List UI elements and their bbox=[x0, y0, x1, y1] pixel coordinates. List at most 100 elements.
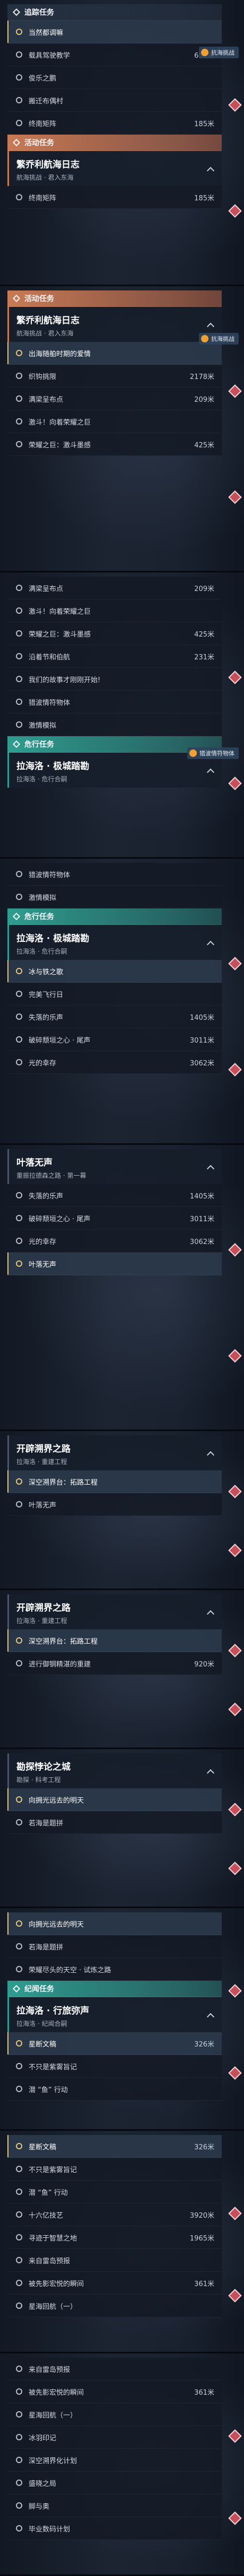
objective-circle-icon bbox=[16, 630, 22, 637]
side-diamond-button[interactable] bbox=[228, 2066, 242, 2080]
side-diamond-button[interactable] bbox=[228, 777, 242, 790]
quest-row[interactable]: 深空溯界台：拓路工程 bbox=[7, 1629, 222, 1652]
side-diamond-button[interactable] bbox=[228, 1644, 242, 1657]
quest-row[interactable]: 星断文稿 326米 bbox=[7, 2032, 222, 2055]
quest-row[interactable]: 载具驾驶教学651米 bbox=[7, 43, 222, 66]
quest-row[interactable]: 不只是紫雾旨记 bbox=[7, 2158, 222, 2181]
quest-row[interactable]: 失落的乐声 1405米 bbox=[7, 1184, 222, 1207]
quest-row[interactable]: 星断文稿 326米 bbox=[7, 2135, 222, 2158]
quest-row[interactable]: 沿着节和伯航 231米 bbox=[7, 645, 222, 668]
quest-row[interactable]: 若海是题拼 bbox=[7, 1935, 222, 1958]
quest-card[interactable]: 繁乔利航海日志 航海挑战 · 君入东海 bbox=[7, 151, 222, 186]
quest-row[interactable]: 星海回航（一） bbox=[7, 2403, 222, 2426]
quest-card[interactable]: 开辟溯界之路 拉海洛 · 重建工程 bbox=[7, 1594, 222, 1629]
quest-row-distance: 425米 bbox=[194, 441, 214, 449]
quest-row[interactable]: 当然都调嘛 bbox=[7, 21, 222, 43]
side-diamond-button[interactable] bbox=[228, 2289, 242, 2302]
side-diamond-button[interactable] bbox=[228, 1702, 242, 1716]
quest-card[interactable]: 勘探悖论之城 勘探 · 科考工程 bbox=[7, 1753, 222, 1788]
side-diamond-button[interactable] bbox=[228, 490, 242, 504]
map-tag-label: 抗海挑战 bbox=[211, 49, 234, 56]
quest-row[interactable]: 向拥光远去的明天 bbox=[7, 1788, 222, 1811]
quest-row[interactable]: 潜 “鱼” 行动 bbox=[7, 2181, 222, 2203]
quest-row[interactable]: 来自雷岛预报 bbox=[7, 2358, 222, 2380]
quest-row[interactable]: 猎波情符物体 bbox=[7, 691, 222, 713]
map-tag[interactable]: 猎波情符物体 bbox=[187, 747, 239, 759]
quest-row[interactable]: 满梁呈布点 209米 bbox=[7, 387, 222, 410]
map-tag[interactable]: 抗海挑战 bbox=[199, 333, 239, 345]
quest-row[interactable]: 冰与铁之歌 bbox=[7, 960, 222, 983]
quest-row[interactable]: 毕业数码计划 bbox=[7, 2517, 222, 2540]
quest-card[interactable]: 繁乔利航海日志 航海挑战 · 君入东海 bbox=[7, 307, 222, 342]
quest-row[interactable]: 深空溯界台：拓路工程 bbox=[7, 1470, 222, 1493]
quest-card-title: 拉海洛 · 极城踏勘 bbox=[16, 761, 90, 772]
quest-row-label: 深空溯界化计划 bbox=[29, 2457, 77, 2465]
quest-row[interactable]: 激斗！向着荣耀之巨 bbox=[7, 410, 222, 433]
quest-row[interactable]: 十六亿技艺 3920米 bbox=[7, 2203, 222, 2226]
side-diamond-button[interactable] bbox=[228, 2207, 242, 2220]
quest-row[interactable]: 潜 “鱼” 行动 bbox=[7, 2078, 222, 2101]
side-diamond-button[interactable] bbox=[228, 98, 242, 112]
quest-row[interactable]: 终南矩阵 185米 bbox=[7, 186, 222, 209]
side-diamond-button[interactable] bbox=[228, 2429, 242, 2443]
quest-row[interactable]: 我们的故事才刚刚开始! bbox=[7, 668, 222, 691]
side-diamond-button[interactable] bbox=[228, 957, 242, 971]
side-diamond-button[interactable] bbox=[228, 1243, 242, 1257]
quest-panel: 来自雷岛预报 被先影宏悦的瞬间 361米 星海回航（一） 冰羽印记深空溯界化计划盛晓之局… bbox=[7, 2358, 222, 2540]
side-diamond-button[interactable] bbox=[228, 1349, 242, 1363]
side-diamond-button[interactable] bbox=[228, 1984, 242, 1998]
quest-row[interactable]: 激情模拟 bbox=[7, 886, 222, 908]
quest-row[interactable]: 星海回航（一） bbox=[7, 2295, 222, 2317]
quest-row[interactable]: 盛晓之局 bbox=[7, 2472, 222, 2494]
quest-row[interactable]: 破碎颓垣之心 · 尾声 3011米 bbox=[7, 1207, 222, 1230]
quest-card[interactable]: 叶落无声 重振拉德森之路 · 第一幕 bbox=[7, 1149, 222, 1184]
quest-row[interactable]: 若海是题拼 bbox=[7, 1811, 222, 1834]
quest-row[interactable]: 被先影宏悦的瞬间 361米 bbox=[7, 2380, 222, 2403]
side-diamond-button[interactable] bbox=[228, 1862, 242, 1875]
quest-row[interactable]: 不只是紫雾旨记 bbox=[7, 2055, 222, 2078]
quest-row[interactable]: 俊乐之鹏 bbox=[7, 66, 222, 89]
quest-row[interactable]: 被先影宏悦的瞬间 361米 bbox=[7, 2272, 222, 2295]
quest-row[interactable]: 失落的乐声 1405米 bbox=[7, 1005, 222, 1028]
objective-circle-icon bbox=[16, 2302, 22, 2309]
quest-row[interactable]: 深空溯界化计划 bbox=[7, 2449, 222, 2472]
quest-row[interactable]: 光的幸存 3062米 bbox=[7, 1230, 222, 1252]
side-diamond-button[interactable] bbox=[228, 1543, 242, 1557]
quest-row[interactable]: 向拥光远去的明天 bbox=[7, 1912, 222, 1935]
quest-row[interactable]: 终南矩阵 185米 bbox=[7, 112, 222, 135]
side-diamond-button[interactable] bbox=[228, 2511, 242, 2525]
quest-row-label: 潜 “鱼” 行动 bbox=[29, 2086, 68, 2094]
side-diamond-button[interactable] bbox=[228, 1803, 242, 1816]
quest-card[interactable]: 拉海洛 · 极城踏勘 拉海洛 · 危行合嗣 bbox=[7, 925, 222, 960]
quest-row[interactable]: 破碎颓垣之心 · 尾声 3011米 bbox=[7, 1028, 222, 1051]
quest-row[interactable]: 进行御钢精湛的重建 920米 bbox=[7, 1652, 222, 1675]
quest-row[interactable]: 脚与奥 bbox=[7, 2494, 222, 2517]
quest-row[interactable]: 来自雷岛预报 bbox=[7, 2249, 222, 2272]
quest-row[interactable]: 光的幸存 3062米 bbox=[7, 1051, 222, 1074]
quest-row[interactable]: 叶落无声 bbox=[7, 1252, 222, 1275]
side-diamond-button[interactable] bbox=[228, 671, 242, 684]
objective-circle-icon bbox=[16, 1059, 22, 1065]
quest-card[interactable]: 拉海洛 · 行旅弥声 拉海洛 · 纪闻合嗣 bbox=[7, 1997, 222, 2032]
quest-row[interactable]: 完美飞行日 bbox=[7, 983, 222, 1005]
quest-row[interactable]: 激情模拟 bbox=[7, 713, 222, 736]
side-diamond-button[interactable] bbox=[228, 1063, 242, 1077]
side-diamond-button[interactable] bbox=[228, 1485, 242, 1498]
side-diamond-button[interactable] bbox=[228, 204, 242, 218]
quest-card[interactable]: 开辟溯界之路 拉海洛 · 重建工程 bbox=[7, 1435, 222, 1470]
quest-row[interactable]: 满梁呈布点 209米 bbox=[7, 577, 222, 599]
map-tag[interactable]: 抗海挑战 bbox=[199, 47, 239, 58]
quest-row[interactable]: 出海随舶时期的爱情 bbox=[7, 342, 222, 365]
quest-row[interactable]: 织钩挑限 2178米 bbox=[7, 365, 222, 387]
quest-row[interactable]: 荣耀尽头的天空 · 试炼之路 bbox=[7, 1958, 222, 1981]
quest-row[interactable]: 荣耀之巨：激斗墨感 425米 bbox=[7, 622, 222, 645]
quest-row[interactable]: 冰羽印记 bbox=[7, 2426, 222, 2449]
quest-row[interactable]: 寻迹于智慧之地 1965米 bbox=[7, 2226, 222, 2249]
quest-row[interactable]: 搬迁布偶村 bbox=[7, 89, 222, 112]
quest-row[interactable]: 激斗！向着荣耀之巨 bbox=[7, 599, 222, 622]
quest-row[interactable]: 荣耀之巨：激斗墨感 425米 bbox=[7, 433, 222, 456]
quest-row[interactable]: 叶落无声 bbox=[7, 1493, 222, 1516]
quest-row[interactable]: 猎波情符物体 bbox=[7, 863, 222, 886]
quest-row-label: 十六亿技艺 bbox=[29, 2211, 64, 2220]
side-diamond-button[interactable] bbox=[228, 384, 242, 398]
